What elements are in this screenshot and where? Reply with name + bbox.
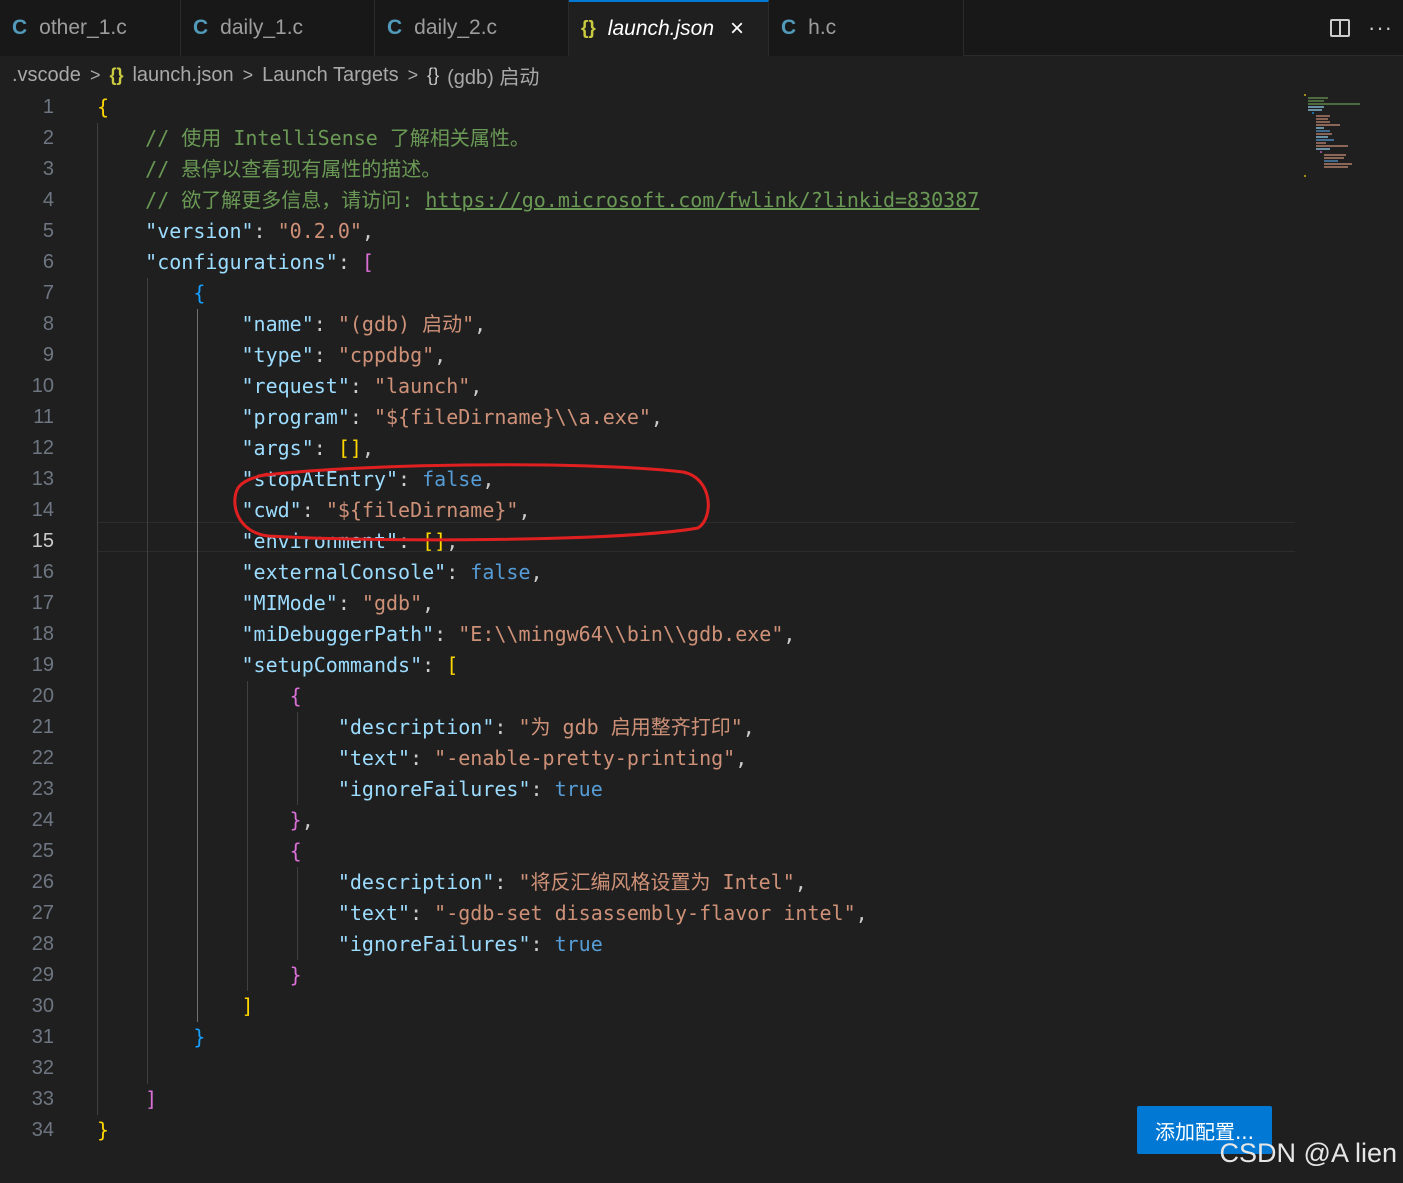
code-line[interactable]: } bbox=[0, 1022, 1300, 1053]
more-actions-icon[interactable]: ··· bbox=[1368, 15, 1393, 41]
code-line[interactable]: "description": "为 gdb 启用整齐打印", bbox=[0, 712, 1300, 743]
code-line[interactable]: "text": "-enable-pretty-printing", bbox=[0, 743, 1300, 774]
code-line[interactable]: { bbox=[0, 92, 1300, 123]
code-line[interactable]: "miDebuggerPath": "E:\\mingw64\\bin\\gdb… bbox=[0, 619, 1300, 650]
code-editor[interactable]: 1 2 3 4 5 6 7 8 9 10 11 12 13 14 15 16 1… bbox=[0, 92, 1300, 1183]
tab-label: daily_1.c bbox=[220, 16, 304, 39]
breadcrumb-section[interactable]: Launch Targets bbox=[262, 64, 398, 87]
tab-daily-1-c[interactable]: C daily_1.c bbox=[181, 0, 375, 56]
breadcrumb-file[interactable]: launch.json bbox=[132, 64, 233, 87]
tab-label: launch.json bbox=[607, 17, 715, 40]
chevron-right-icon: > bbox=[407, 64, 419, 85]
editor-tab-bar: C other_1.c C daily_1.c C daily_2.c {} l… bbox=[0, 0, 1403, 56]
code-line[interactable]: ] bbox=[0, 991, 1300, 1022]
breadcrumb: .vscode > {} launch.json > Launch Target… bbox=[0, 58, 1403, 92]
code-line[interactable]: "configurations": [ bbox=[0, 247, 1300, 278]
code-line[interactable]: "args": [], bbox=[0, 433, 1300, 464]
code-line[interactable]: // 使用 IntelliSense 了解相关属性。 bbox=[0, 123, 1300, 154]
code-line[interactable]: "ignoreFailures": true bbox=[0, 774, 1300, 805]
comment-link[interactable]: https://go.microsoft.com/fwlink/?linkid=… bbox=[425, 188, 979, 212]
split-editor-icon[interactable] bbox=[1330, 19, 1351, 37]
code-line[interactable]: "ignoreFailures": true bbox=[0, 929, 1300, 960]
comment: // 悬停以查看现有属性的描述。 bbox=[145, 157, 442, 181]
tab-daily-2-c[interactable]: C daily_2.c bbox=[375, 0, 569, 56]
json-file-icon: {} bbox=[109, 64, 124, 85]
code-line[interactable]: "text": "-gdb-set disassembly-flavor int… bbox=[0, 898, 1300, 929]
code-line[interactable] bbox=[0, 1053, 1300, 1084]
code-line[interactable]: "setupCommands": [ bbox=[0, 650, 1300, 681]
breadcrumb-folder[interactable]: .vscode bbox=[12, 64, 81, 87]
code-line[interactable]: "description": "将反汇编风格设置为 Intel", bbox=[0, 867, 1300, 898]
code-line[interactable]: }, bbox=[0, 805, 1300, 836]
code-line[interactable]: "externalConsole": false, bbox=[0, 557, 1300, 588]
code-line[interactable]: { bbox=[0, 681, 1300, 712]
code-line[interactable]: "MIMode": "gdb", bbox=[0, 588, 1300, 619]
code-line[interactable]: // 欲了解更多信息，请访问: https://go.microsoft.com… bbox=[0, 185, 1300, 216]
comment: // 欲了解更多信息，请访问: bbox=[145, 188, 426, 212]
c-file-icon: C bbox=[193, 16, 209, 39]
json-file-icon: {} bbox=[581, 18, 596, 39]
chevron-right-icon: > bbox=[89, 64, 101, 85]
tab-other-1-c[interactable]: C other_1.c bbox=[0, 0, 181, 56]
comment: // 使用 IntelliSense 了解相关属性。 bbox=[145, 126, 530, 150]
c-file-icon: C bbox=[12, 16, 28, 39]
annotation-ellipse bbox=[233, 463, 710, 542]
tab-label: other_1.c bbox=[39, 16, 127, 39]
code-line[interactable]: } bbox=[0, 1115, 1300, 1146]
tab-bar-actions: ··· bbox=[1330, 0, 1393, 56]
c-file-icon: C bbox=[387, 16, 403, 39]
object-icon: {} bbox=[427, 64, 440, 85]
tab-label: h.c bbox=[808, 16, 837, 39]
chevron-right-icon: > bbox=[242, 64, 254, 85]
code-line[interactable]: // 悬停以查看现有属性的描述。 bbox=[0, 154, 1300, 185]
code-line[interactable]: "program": "${fileDirname}\\a.exe", bbox=[0, 402, 1300, 433]
code-line[interactable]: ] bbox=[0, 1084, 1300, 1115]
code-line[interactable]: "version": "0.2.0", bbox=[0, 216, 1300, 247]
breadcrumb-item[interactable]: (gdb) 启动 bbox=[447, 61, 539, 90]
minimap[interactable] bbox=[1300, 92, 1403, 182]
code-line[interactable]: } bbox=[0, 960, 1300, 991]
watermark: CSDN @A lien bbox=[1219, 1138, 1397, 1168]
code-line[interactable]: { bbox=[0, 278, 1300, 309]
code-line[interactable]: "request": "launch", bbox=[0, 371, 1300, 402]
close-icon[interactable]: × bbox=[730, 15, 744, 43]
code-line[interactable]: { bbox=[0, 836, 1300, 867]
code-line[interactable]: "type": "cppdbg", bbox=[0, 340, 1300, 371]
code-line[interactable]: "name": "(gdb) 启动", bbox=[0, 309, 1300, 340]
tab-label: daily_2.c bbox=[414, 16, 498, 39]
tab-h-c[interactable]: C h.c bbox=[769, 0, 964, 56]
tab-launch-json[interactable]: {} launch.json × bbox=[569, 0, 769, 56]
c-file-icon: C bbox=[781, 16, 797, 39]
